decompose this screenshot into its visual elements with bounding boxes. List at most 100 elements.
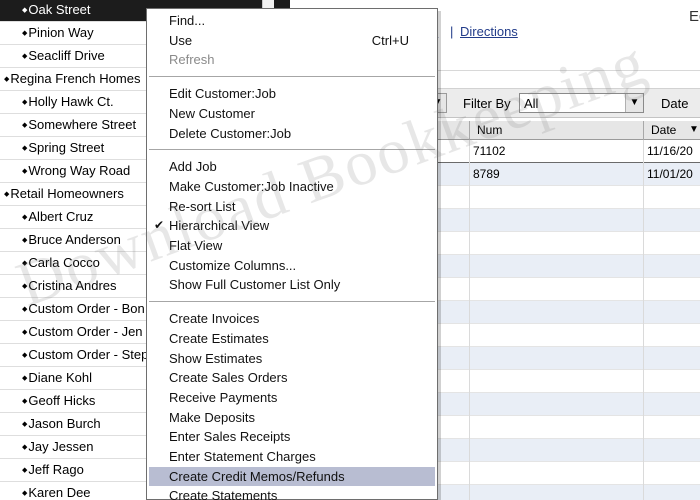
diamond-icon: ◆	[22, 306, 28, 313]
customer-name: ◆Spring Street	[22, 140, 105, 155]
menu-item-refresh[interactable]: Refresh	[149, 50, 435, 69]
col-date[interactable]: Date	[651, 123, 676, 137]
num-cell: 8789	[473, 167, 500, 181]
column-line	[643, 140, 644, 500]
date-cell: 11/01/20	[647, 167, 693, 181]
diamond-icon: ◆	[22, 283, 28, 290]
date-label: Date	[661, 96, 689, 111]
num-cell: 71102	[473, 144, 506, 158]
menu-item-label: Edit Customer:Job	[169, 86, 276, 102]
menu-item-label: Hierarchical View	[169, 218, 270, 234]
customer-name: ◆Custom Order - Bon	[22, 301, 145, 316]
column-divider[interactable]	[643, 121, 644, 140]
menu-item-receive-payments[interactable]: Receive Payments	[149, 388, 435, 407]
diamond-icon: ◆	[22, 398, 28, 405]
customer-name: ◆Carla Cocco	[22, 255, 100, 270]
menu-item-label: Show Full Customer List Only	[169, 277, 341, 293]
column-line	[469, 140, 470, 500]
chevron-down-icon: ▼	[625, 94, 643, 112]
menu-item-create-credit-memos-refunds[interactable]: Create Credit Memos/Refunds	[149, 466, 435, 486]
menu-item-label: Show Estimates	[169, 350, 263, 366]
customer-name: ◆Karen Dee	[22, 485, 91, 500]
customer-name: ◆Wrong Way Road	[22, 163, 131, 178]
menu-item-show-full-customer-list-only[interactable]: Show Full Customer List Only	[149, 275, 435, 294]
menu-item-find[interactable]: Find...	[149, 11, 435, 30]
menu-item-label: Make Deposits	[169, 409, 255, 425]
menu-item-make-deposits[interactable]: Make Deposits	[149, 408, 435, 427]
diamond-icon: ◆	[22, 467, 28, 474]
diamond-icon: ◆	[22, 214, 28, 221]
menu-item-label: Enter Sales Receipts	[169, 429, 291, 445]
menu-separator	[149, 76, 435, 78]
menu-item-add-job[interactable]: Add Job	[149, 157, 435, 176]
menu-item-enter-statement-charges[interactable]: Enter Statement Charges	[149, 447, 435, 466]
menu-item-label: Create Invoices	[169, 311, 260, 327]
menu-item-create-sales-orders[interactable]: Create Sales Orders	[149, 368, 435, 387]
partial-edit-text: Edit	[689, 8, 700, 25]
customer-name: ◆Pinion Way	[22, 25, 94, 40]
menu-item-label: Use	[169, 32, 193, 48]
diamond-icon: ◆	[22, 145, 28, 152]
customer-name: ◆Custom Order - Step	[22, 347, 149, 362]
customer-name: ◆Regina French Homes	[4, 71, 141, 86]
menu-item-label: New Customer	[169, 105, 255, 121]
col-num[interactable]: Num	[477, 123, 502, 137]
diamond-icon: ◆	[22, 30, 28, 37]
diamond-icon: ◆	[22, 260, 28, 267]
shortcut-label: Ctrl+U	[371, 32, 409, 48]
menu-separator	[149, 301, 435, 303]
menu-item-label: Enter Statement Charges	[169, 449, 316, 464]
menu-item-edit-customer-job[interactable]: Edit Customer:Job	[149, 84, 435, 103]
menu-item-re-sort-list[interactable]: Re-sort List	[149, 197, 435, 216]
menu-item-delete-customer-job[interactable]: Delete Customer:Job	[149, 124, 435, 143]
menu-item-label: Customize Columns...	[169, 257, 297, 273]
diamond-icon: ◆	[22, 352, 28, 359]
menu-item-new-customer[interactable]: New Customer	[149, 104, 435, 123]
menu-item-label: Create Credit Memos/Refunds	[169, 468, 345, 484]
menu-item-create-invoices[interactable]: Create Invoices	[149, 309, 435, 328]
menu-item-use[interactable]: Use Ctrl+U	[149, 31, 435, 50]
filter-by-label: Filter By	[463, 96, 511, 111]
filter-value: All	[524, 96, 539, 111]
menu-item-label: Find...	[169, 13, 206, 28]
menu-item-label: Flat View	[169, 238, 223, 253]
customer-name: ◆Jeff Rago	[22, 462, 84, 477]
diamond-icon: ◆	[22, 421, 28, 428]
customer-name: ◆Holly Hawk Ct.	[22, 94, 114, 109]
diamond-icon: ◆	[22, 99, 28, 106]
customer-name: ◆Cristina Andres	[22, 278, 117, 293]
menu-separator	[149, 149, 435, 151]
filter-dropdown[interactable]: All ▼	[519, 93, 644, 113]
directions-link[interactable]: Directions	[460, 24, 518, 39]
menu-item-label: Delete Customer:Job	[169, 125, 292, 141]
diamond-icon: ◆	[22, 329, 28, 336]
diamond-icon: ◆	[22, 490, 28, 497]
menu-item-hierarchical-view[interactable]: Hierarchical View ✔	[149, 216, 435, 235]
menu-item-label: Refresh	[169, 52, 215, 68]
menu-item-label: Create Estimates	[169, 330, 269, 346]
customer-name: ◆Seacliff Drive	[22, 48, 105, 63]
menu-item-make-customer-job-inactive[interactable]: Make Customer:Job Inactive	[149, 177, 435, 196]
diamond-icon: ◆	[22, 53, 28, 60]
checkmark-icon: ✔	[154, 218, 165, 233]
menu-item-enter-sales-receipts[interactable]: Enter Sales Receipts	[149, 427, 435, 446]
menu-item-label: Create Sales Orders	[169, 370, 288, 386]
sort-arrow-icon[interactable]: ▼	[689, 124, 699, 135]
customer-name: ◆Bruce Anderson	[22, 232, 121, 247]
menu-item-show-estimates[interactable]: Show Estimates	[149, 349, 435, 368]
menu-item-create-estimates[interactable]: Create Estimates	[149, 329, 435, 348]
menu-item-create-statements[interactable]: Create Statements	[149, 486, 435, 500]
context-menu: Find... Use Ctrl+U Refresh Edit Customer:Job…	[146, 8, 438, 500]
customer-name: ◆Albert Cruz	[22, 209, 94, 224]
customer-name: ◆Somewhere Street	[22, 117, 137, 132]
menu-item-flat-view[interactable]: Flat View	[149, 236, 435, 255]
customer-name: ◆Diane Kohl	[22, 370, 92, 385]
customer-name: ◆Retail Homeowners	[4, 186, 124, 201]
diamond-icon: ◆	[22, 444, 28, 451]
customer-name: ◆Oak Street	[22, 2, 91, 17]
customer-name: ◆Jay Jessen	[22, 439, 94, 454]
diamond-icon: ◆	[22, 168, 28, 175]
menu-item-customize-columns[interactable]: Customize Columns...	[149, 256, 435, 275]
diamond-icon: ◆	[22, 122, 28, 129]
column-divider[interactable]	[469, 121, 470, 140]
